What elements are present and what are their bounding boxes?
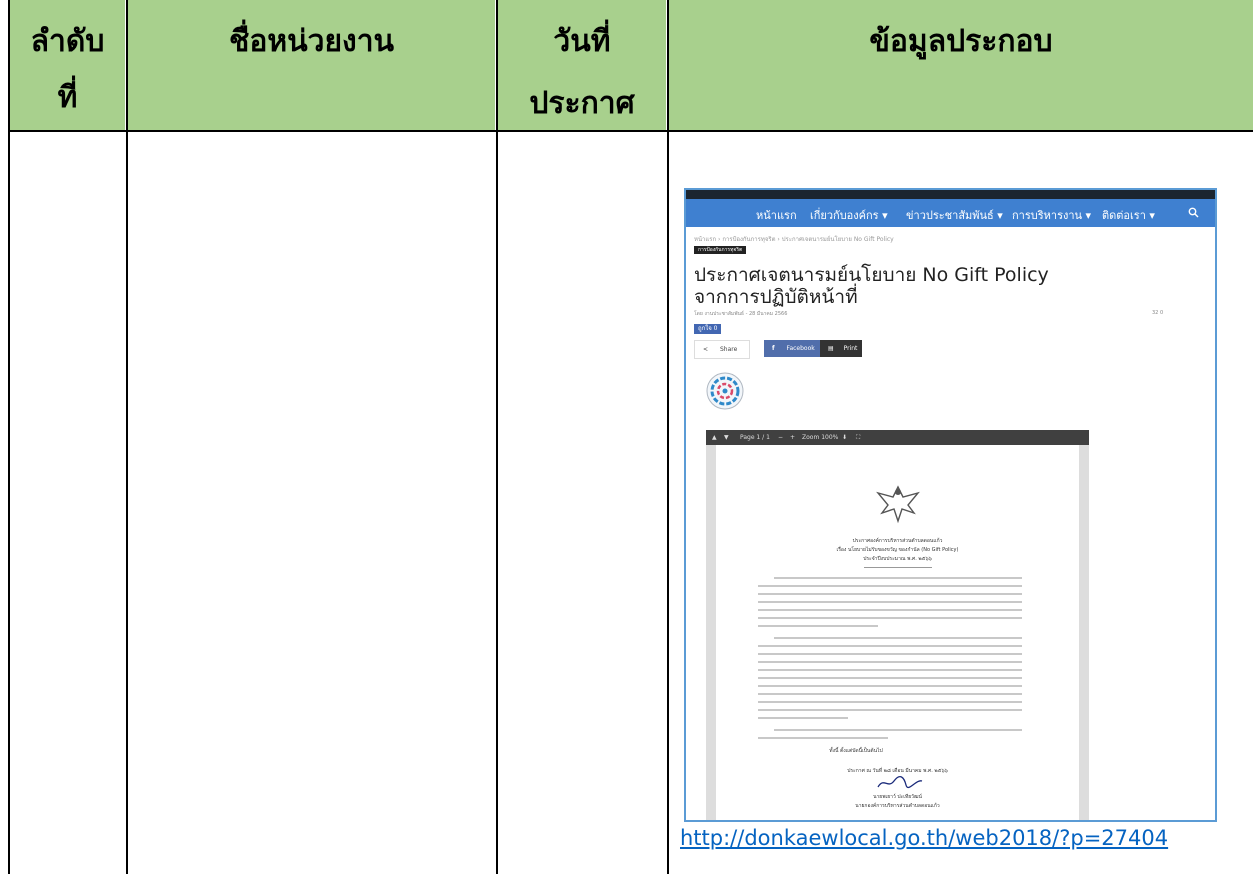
- post-title: ประกาศเจตนารมย์นโยบาย No Gift Policy จาก…: [694, 264, 1049, 308]
- doc-text-line: [758, 617, 1022, 619]
- doc-text-line: [758, 653, 1022, 655]
- post-title-line2: จากการปฏิบัติหน้าที่: [694, 286, 858, 308]
- doc-text-line: [758, 645, 1022, 647]
- doc-text-line: [774, 637, 1022, 639]
- print-button[interactable]: ▤ Print: [820, 340, 862, 357]
- like-button[interactable]: ถูกใจ 0: [694, 324, 722, 334]
- print-icon: ▤: [828, 345, 834, 352]
- download-icon[interactable]: ⬇: [842, 434, 847, 441]
- header-order-line1: ลำดับ: [30, 24, 105, 59]
- search-icon[interactable]: [1188, 207, 1199, 218]
- doc-text-line: [758, 625, 878, 627]
- doc-heading-line2: เรื่อง นโยบายไม่รับของขวัญ ของกำนัล (No …: [836, 547, 959, 553]
- doc-text-line: [758, 709, 1022, 711]
- nav-item-about[interactable]: เกี่ยวกับองค์กร ▾: [810, 206, 888, 224]
- doc-text-line: [774, 577, 1022, 579]
- doc-text-line: [758, 669, 1022, 671]
- header-info: ข้อมูลประกอบ: [869, 24, 1053, 59]
- garuda-emblem-icon: [876, 485, 920, 524]
- category-badge[interactable]: การป้องกันการทุจริต: [694, 246, 747, 254]
- doc-text-line: [774, 729, 1022, 731]
- doc-text-line: [758, 737, 888, 739]
- header-divider: [8, 130, 1253, 132]
- doc-text-line: [758, 693, 1022, 695]
- doc-text-line: [758, 717, 848, 719]
- breadcrumb: หน้าแรก › การป้องกันการทุจริต › ประกาศเจ…: [694, 236, 894, 243]
- doc-text-line: [758, 661, 1022, 663]
- doc-text-line: [758, 701, 1022, 703]
- post-title-line1: ประกาศเจตนารมย์นโยบาย No Gift Policy: [694, 264, 1049, 286]
- facebook-button[interactable]: f Facebook: [764, 340, 820, 357]
- next-page-icon[interactable]: ▼: [724, 434, 729, 441]
- pdf-page: ประกาศองค์การบริหารส่วนตำบลดอนแก้ว เรื่อ…: [716, 445, 1079, 820]
- doc-text-line: [758, 585, 1022, 587]
- site-topbar: [686, 190, 1215, 199]
- share-button[interactable]: < Share: [694, 340, 750, 359]
- header-order-line2: ที่: [57, 80, 78, 115]
- website-screenshot: หน้าแรก เกี่ยวกับองค์กร ▾ ข่าวประชาสัมพั…: [684, 188, 1217, 822]
- post-meta: โดย งานประชาสัมพันธ์ - 28 มีนาคม 2566: [694, 311, 788, 317]
- doc-heading-line1: ประกาศองค์การบริหารส่วนตำบลดอนแก้ว: [852, 538, 943, 544]
- fullscreen-icon[interactable]: ⛶: [856, 434, 860, 442]
- header-date-line1: วันที่: [553, 24, 611, 59]
- doc-text-line: [758, 609, 1022, 611]
- zoom-out-icon[interactable]: −: [778, 434, 783, 441]
- signature-icon: [877, 776, 923, 789]
- header-date-line2: ประกาศ: [529, 86, 635, 121]
- organization-logo: [706, 372, 744, 410]
- doc-date: ประกาศ ณ วันที่ ๒๘ เดือน มีนาคม พ.ศ. ๒๕๖…: [847, 768, 948, 774]
- doc-text-line: [758, 677, 1022, 679]
- doc-text-line: [758, 593, 1022, 595]
- prev-page-icon[interactable]: ▲: [712, 434, 717, 441]
- site-nav-bar: หน้าแรก เกี่ยวกับองค์กร ▾ ข่าวประชาสัมพั…: [686, 199, 1215, 227]
- page-indicator: Page 1 / 1: [740, 434, 770, 441]
- source-link[interactable]: http://donkaewlocal.go.th/web2018/?p=274…: [680, 826, 1168, 850]
- facebook-label: Facebook: [786, 345, 815, 352]
- nav-item-home[interactable]: หน้าแรก: [756, 206, 797, 224]
- doc-closing: ทั้งนี้ ตั้งแต่บัดนี้เป็นต้นไป: [829, 748, 883, 754]
- zoom-in-icon[interactable]: +: [790, 434, 795, 441]
- doc-position: นายกองค์การบริหารส่วนตำบลดอนแก้ว: [855, 803, 940, 809]
- facebook-icon: f: [772, 345, 775, 352]
- doc-text-line: [758, 601, 1022, 603]
- nav-item-contact[interactable]: ติดต่อเรา ▾: [1102, 206, 1155, 224]
- doc-divider: [864, 567, 932, 568]
- share-icon: <: [703, 346, 709, 353]
- nav-item-management[interactable]: การบริหารงาน ▾: [1012, 206, 1091, 224]
- print-label: Print: [843, 345, 858, 352]
- doc-text-line: [758, 685, 1022, 687]
- pdf-viewer: ▲ ▼ Page 1 / 1 − + Zoom 100% ⬇ ⛶ ประกาศอ…: [706, 430, 1089, 820]
- share-label: Share: [719, 346, 738, 353]
- zoom-level: Zoom 100%: [802, 434, 839, 441]
- doc-heading-line3: ประจำปีงบประมาณ พ.ศ. ๒๕๖๖: [863, 556, 932, 562]
- post-stats: 32 0: [1152, 310, 1164, 316]
- header-agency: ชื่อหน่วยงาน: [228, 24, 395, 59]
- pdf-toolbar: ▲ ▼ Page 1 / 1 − + Zoom 100% ⬇ ⛶: [706, 430, 1089, 445]
- doc-signer: นายพเยาว์ ปะเทียวัฒน์: [873, 794, 922, 800]
- nav-item-news[interactable]: ข่าวประชาสัมพันธ์ ▾: [906, 206, 1003, 224]
